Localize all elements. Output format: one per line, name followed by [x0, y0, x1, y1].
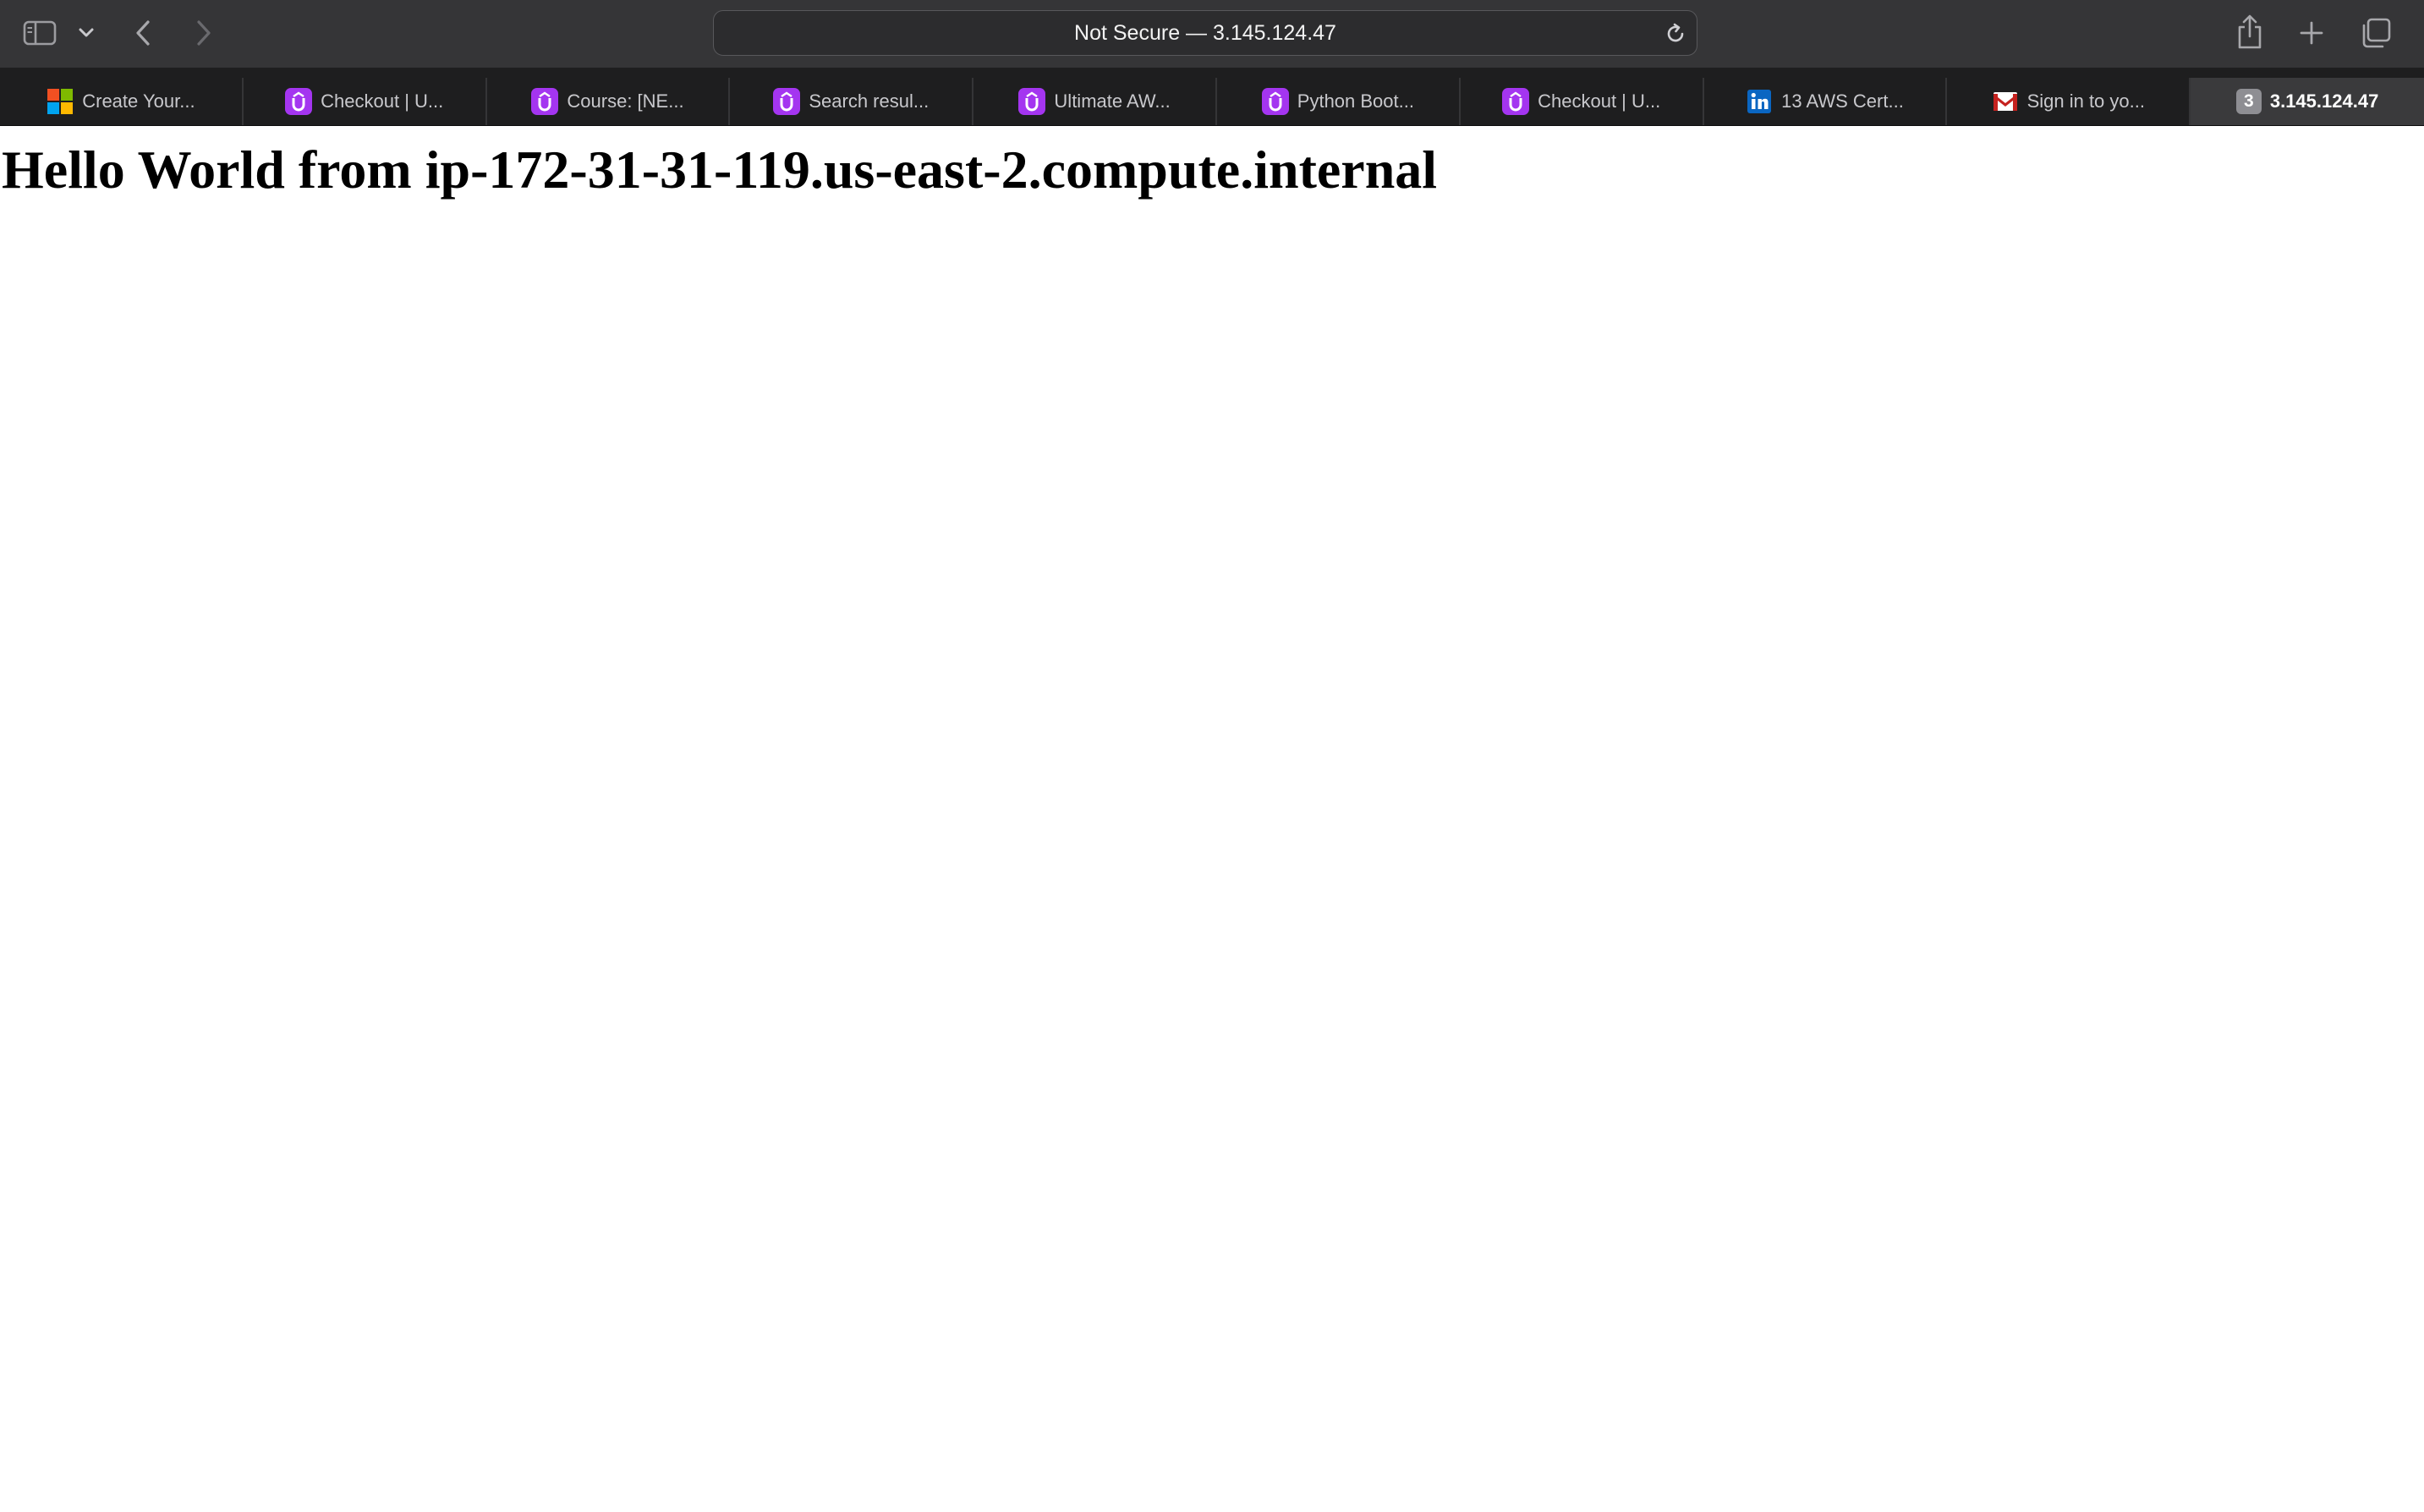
tab-label: Search resul... — [809, 90, 930, 112]
tab[interactable]: Create Your... — [0, 78, 244, 125]
tab[interactable]: 13 AWS Cert... — [1704, 78, 1948, 125]
tab[interactable]: Checkout | U... — [1461, 78, 1704, 125]
forward-icon[interactable] — [188, 17, 218, 49]
tab-label: Course: [NE... — [567, 90, 684, 112]
tab-bar: Create Your... Checkout | U... Course: [… — [0, 78, 2424, 126]
tab-label: Checkout | U... — [321, 90, 444, 112]
tab-label: 13 AWS Cert... — [1781, 90, 1904, 112]
gmail-icon — [1992, 88, 2019, 115]
address-bar[interactable]: Not Secure — 3.145.124.47 — [713, 10, 1697, 56]
udemy-icon — [1502, 88, 1530, 115]
page-content: Hello World from ip-172-31-31-119.us-eas… — [0, 127, 2424, 1512]
chevron-down-icon[interactable] — [74, 22, 98, 44]
tab[interactable]: Sign in to yo... — [1947, 78, 2191, 125]
tab-label: Ultimate AW... — [1054, 90, 1171, 112]
tab[interactable]: Ultimate AW... — [973, 78, 1217, 125]
reload-icon[interactable] — [1661, 19, 1690, 48]
browser-toolbar: Not Secure — 3.145.124.47 — [0, 0, 2424, 68]
tab[interactable]: Python Boot... — [1217, 78, 1461, 125]
address-text[interactable]: Not Secure — 3.145.124.47 — [714, 11, 1697, 55]
udemy-icon — [1261, 88, 1289, 115]
linkedin-icon — [1746, 88, 1773, 115]
share-icon[interactable] — [2233, 12, 2267, 52]
back-icon[interactable] — [129, 17, 159, 49]
microsoft-icon — [47, 88, 74, 115]
site-letter: 3 — [2244, 91, 2254, 111]
tab-label: Python Boot... — [1297, 90, 1414, 112]
udemy-icon — [1018, 88, 1046, 115]
tab[interactable]: Course: [NE... — [487, 78, 731, 125]
tab-label: Create Your... — [82, 90, 195, 112]
tab-overview-icon[interactable] — [2358, 15, 2394, 51]
tab-label: Sign in to yo... — [2026, 90, 2145, 112]
site-letter-icon: 3 — [2235, 89, 2262, 114]
udemy-icon — [285, 88, 313, 115]
udemy-icon — [531, 88, 559, 115]
tabbar-gap — [0, 68, 2424, 78]
sidebar-icon[interactable] — [20, 17, 59, 49]
tab[interactable]: Checkout | U... — [244, 78, 487, 125]
udemy-icon — [773, 88, 801, 115]
tab-active[interactable]: 3 3.145.124.47 — [2191, 78, 2424, 125]
page-heading: Hello World from ip-172-31-31-119.us-eas… — [2, 140, 1438, 200]
tab-label: 3.145.124.47 — [2269, 90, 2379, 112]
new-tab-icon[interactable] — [2295, 17, 2328, 49]
tab[interactable]: Search resul... — [730, 78, 974, 125]
tab-label: Checkout | U... — [1538, 90, 1661, 112]
